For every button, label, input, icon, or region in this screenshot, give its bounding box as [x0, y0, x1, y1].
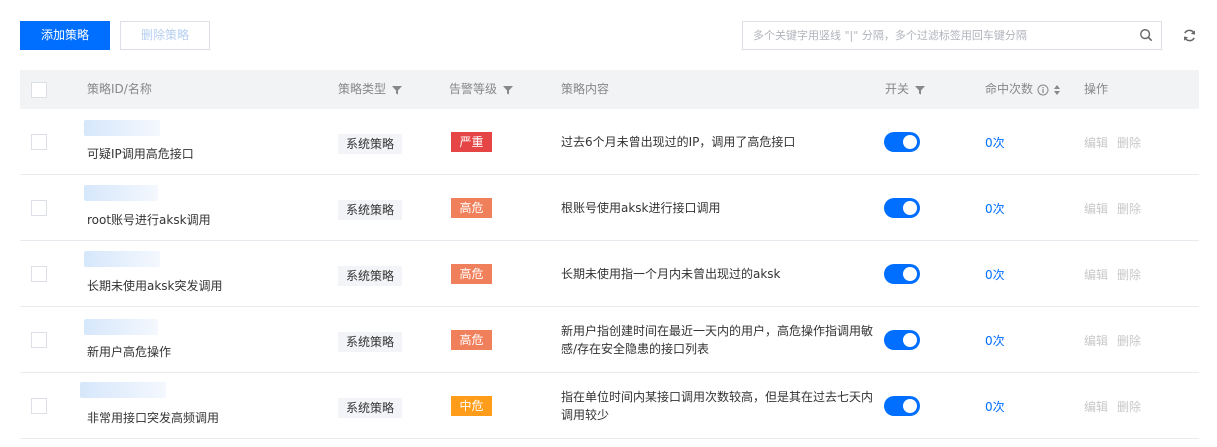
delete-policy-button[interactable]: 删除策略: [120, 21, 210, 50]
policy-name: 非常用接口突发高频调用: [87, 411, 220, 425]
policy-id[interactable]: [80, 382, 166, 398]
search-box: [742, 21, 1162, 50]
delete-link[interactable]: 删除: [1117, 398, 1141, 415]
table-row: 非常用接口突发高频调用 系统策略 中危 指在单位时间内某接口调用次数较高，但是其…: [20, 373, 1199, 439]
toggle-knob: [903, 399, 917, 413]
toolbar: 添加策略 删除策略: [20, 21, 1197, 50]
row-checkbox[interactable]: [31, 398, 47, 414]
policy-content: 过去6个月未曾出现过的IP，调用了高危接口: [561, 135, 796, 149]
delete-link[interactable]: 删除: [1117, 134, 1141, 151]
type-tag: 系统策略: [338, 266, 403, 286]
policy-name: root账号进行aksk调用: [87, 213, 211, 227]
type-tag: 系统策略: [338, 398, 403, 418]
refresh-icon[interactable]: [1182, 28, 1197, 43]
hit-count-link[interactable]: 0次: [985, 398, 1005, 415]
search-icon[interactable]: [1139, 28, 1153, 42]
level-badge: 严重: [451, 132, 492, 152]
enable-toggle[interactable]: [884, 132, 920, 152]
header-id-name: 策略ID/名称: [87, 82, 152, 96]
policy-table: 策略ID/名称 策略类型 告警等级 策略内容 开关 命中次数 操作 可疑IP调用…: [20, 70, 1199, 439]
hit-count-link[interactable]: 0次: [985, 332, 1005, 349]
hit-count-link[interactable]: 0次: [985, 266, 1005, 283]
toggle-knob: [903, 333, 917, 347]
policy-id[interactable]: [84, 319, 158, 335]
policy-id[interactable]: [84, 120, 160, 136]
type-tag: 系统策略: [338, 332, 403, 352]
search-input[interactable]: [743, 22, 1133, 49]
info-icon[interactable]: [1037, 84, 1049, 96]
filter-icon[interactable]: [503, 85, 514, 95]
filter-icon[interactable]: [392, 85, 403, 95]
header-switch: 开关: [885, 70, 926, 109]
header-type: 策略类型: [338, 70, 403, 109]
row-checkbox[interactable]: [31, 200, 47, 216]
edit-link[interactable]: 编辑: [1084, 332, 1108, 349]
hit-count-link[interactable]: 0次: [985, 200, 1005, 217]
policy-id[interactable]: [84, 251, 160, 267]
row-checkbox[interactable]: [31, 332, 47, 348]
policy-id[interactable]: [84, 185, 158, 201]
header-hits-label: 命中次数: [985, 82, 1034, 96]
header-level-label: 告警等级: [449, 82, 498, 96]
policy-content: 长期未使用指一个月内未曾出现过的aksk: [561, 267, 781, 281]
toggle-knob: [903, 267, 917, 281]
policy-content: 新用户指创建时间在最近一天内的用户，高危操作指调用敏感/存在安全隐患的接口列表: [561, 324, 874, 356]
filter-icon[interactable]: [915, 85, 926, 95]
sort-icon[interactable]: [1053, 84, 1061, 96]
policy-content: 根账号使用aksk进行接口调用: [561, 201, 721, 215]
type-tag: 系统策略: [338, 134, 403, 154]
level-badge: 高危: [451, 264, 492, 284]
enable-toggle[interactable]: [884, 330, 920, 350]
table-row: root账号进行aksk调用 系统策略 高危 根账号使用aksk进行接口调用 0…: [20, 175, 1199, 241]
enable-toggle[interactable]: [884, 396, 920, 416]
enable-toggle[interactable]: [884, 198, 920, 218]
header-actions: 操作: [1084, 82, 1109, 96]
type-tag: 系统策略: [338, 200, 403, 220]
level-badge: 中危: [451, 396, 492, 416]
policy-name: 可疑IP调用高危接口: [87, 147, 194, 161]
row-checkbox[interactable]: [31, 134, 47, 150]
level-badge: 高危: [451, 330, 492, 350]
delete-link[interactable]: 删除: [1117, 266, 1141, 283]
edit-link[interactable]: 编辑: [1084, 200, 1108, 217]
header-content: 策略内容: [561, 82, 610, 96]
enable-toggle[interactable]: [884, 264, 920, 284]
header-switch-label: 开关: [885, 82, 910, 96]
edit-link[interactable]: 编辑: [1084, 266, 1108, 283]
header-type-label: 策略类型: [338, 82, 387, 96]
toggle-knob: [903, 135, 917, 149]
edit-link[interactable]: 编辑: [1084, 134, 1108, 151]
policy-content: 指在单位时间内某接口调用次数较高，但是其在过去七天内调用较少: [561, 390, 874, 422]
add-policy-button[interactable]: 添加策略: [20, 21, 110, 50]
level-badge: 高危: [451, 198, 492, 218]
hit-count-link[interactable]: 0次: [985, 134, 1005, 151]
table-row: 可疑IP调用高危接口 系统策略 严重 过去6个月未曾出现过的IP，调用了高危接口…: [20, 109, 1199, 175]
header-hits: 命中次数: [985, 70, 1061, 109]
table-row: 长期未使用aksk突发调用 系统策略 高危 长期未使用指一个月内未曾出现过的ak…: [20, 241, 1199, 307]
table-header: 策略ID/名称 策略类型 告警等级 策略内容 开关 命中次数 操作: [20, 70, 1199, 109]
row-checkbox[interactable]: [31, 266, 47, 282]
edit-link[interactable]: 编辑: [1084, 398, 1108, 415]
delete-link[interactable]: 删除: [1117, 332, 1141, 349]
table-row: 新用户高危操作 系统策略 高危 新用户指创建时间在最近一天内的用户，高危操作指调…: [20, 307, 1199, 373]
select-all-checkbox[interactable]: [31, 82, 47, 98]
toggle-knob: [903, 201, 917, 215]
header-level: 告警等级: [449, 70, 514, 109]
policy-name: 新用户高危操作: [87, 345, 172, 359]
delete-link[interactable]: 删除: [1117, 200, 1141, 217]
policy-name: 长期未使用aksk突发调用: [87, 279, 223, 293]
